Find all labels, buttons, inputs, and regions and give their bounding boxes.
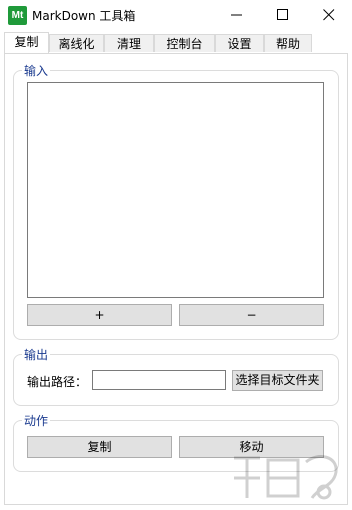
close-icon — [323, 9, 335, 21]
output-path-label: 输出路径： — [27, 375, 88, 389]
remove-button[interactable]: − — [179, 304, 324, 326]
maximize-icon — [277, 9, 288, 20]
tab-pane-copy: 输入 + − 输出 输出路径： 选择目标文件夹 动作 复制 移动 — [4, 53, 348, 505]
minimize-icon — [231, 14, 242, 16]
output-group: 输出 输出路径： 选择目标文件夹 — [13, 346, 339, 406]
window-title: MarkDown 工具箱 — [32, 9, 136, 23]
action-group-legend: 动作 — [22, 412, 51, 429]
tab-offline[interactable]: 离线化 — [49, 34, 104, 52]
tab-console[interactable]: 控制台 — [154, 34, 215, 52]
tab-copy[interactable]: 复制 — [4, 32, 49, 54]
copy-button[interactable]: 复制 — [27, 436, 172, 458]
input-group-legend: 输入 — [22, 62, 51, 79]
tab-clean[interactable]: 清理 — [104, 34, 154, 52]
input-textarea[interactable] — [27, 82, 324, 298]
maximize-button[interactable] — [260, 0, 306, 30]
tab-strip: 复制 离线化 清理 控制台 设置 帮助 — [4, 32, 348, 54]
output-group-legend: 输出 — [22, 346, 51, 363]
app-icon: Mt — [8, 6, 27, 25]
tab-help[interactable]: 帮助 — [264, 34, 312, 52]
close-button[interactable] — [306, 0, 352, 30]
title-bar: Mt MarkDown 工具箱 — [0, 0, 352, 30]
input-group: 输入 + − — [13, 62, 339, 340]
tab-settings[interactable]: 设置 — [215, 34, 264, 52]
minimize-button[interactable] — [214, 0, 260, 30]
add-button[interactable]: + — [27, 304, 172, 326]
watermark-logo — [228, 448, 346, 506]
output-path-input[interactable] — [92, 370, 226, 390]
choose-folder-button[interactable]: 选择目标文件夹 — [232, 370, 323, 391]
